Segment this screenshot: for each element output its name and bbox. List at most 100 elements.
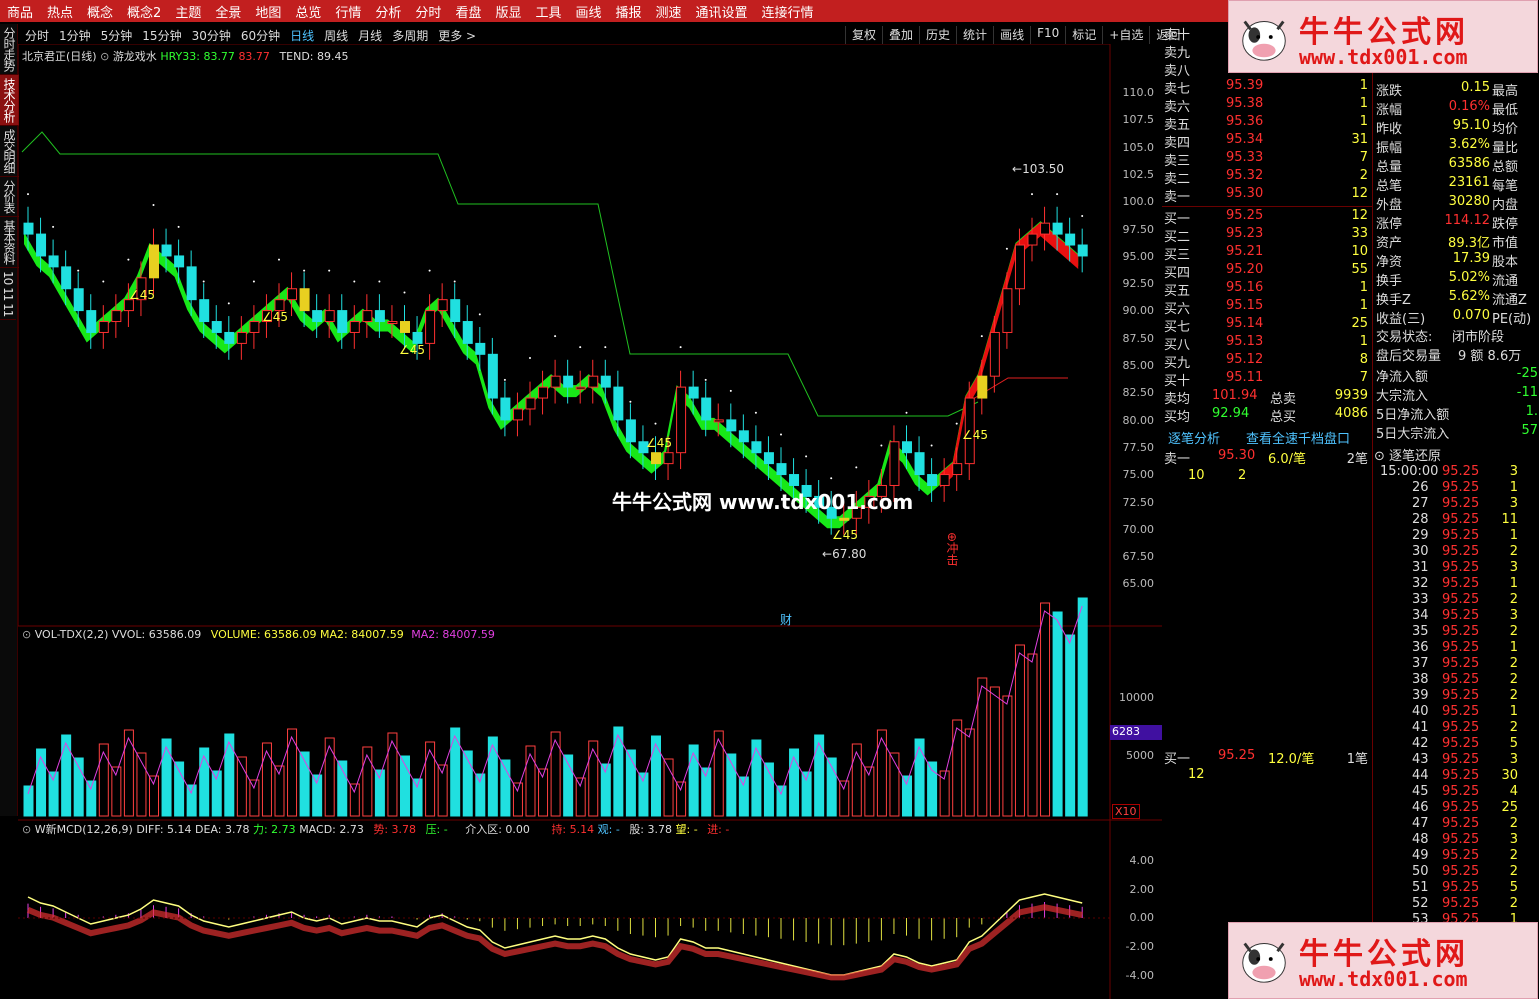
tool-button-1[interactable]: 叠加	[882, 26, 919, 44]
menu-item-10[interactable]: 分时	[408, 2, 448, 21]
chart-area[interactable]	[18, 44, 1162, 999]
menu-item-11[interactable]: 看盘	[448, 2, 488, 21]
tick-price: 95.25	[1442, 736, 1480, 751]
finance-marker[interactable]: 财	[780, 611, 792, 628]
volume-bar	[1014, 644, 1025, 817]
menu-item-6[interactable]: 地图	[248, 2, 288, 21]
period-tab-9[interactable]: 多周期	[387, 27, 433, 44]
settings-icon[interactable]: ⊙	[22, 823, 31, 836]
period-tab-2[interactable]: 5分钟	[96, 27, 138, 44]
candle-body	[889, 441, 900, 486]
watermark-url: www.tdx001.com	[1299, 45, 1468, 69]
candle-body	[149, 244, 159, 279]
period-tab-0[interactable]: 分时	[20, 27, 54, 44]
tool-button-3[interactable]: 统计	[956, 26, 993, 44]
tool-button-7[interactable]: +自选	[1102, 26, 1149, 44]
tool-button-4[interactable]: 画线	[993, 26, 1030, 44]
leftnav-item-4[interactable]: 基本资料	[0, 217, 19, 268]
menu-item-14[interactable]: 画线	[568, 2, 608, 21]
avg-price: 92.94	[1212, 406, 1250, 421]
stat-label2: 总额	[1492, 160, 1519, 175]
menu-item-3[interactable]: 概念2	[120, 2, 168, 21]
volume-bar	[387, 732, 398, 817]
menu-item-12[interactable]: 版显	[488, 2, 528, 21]
stat-val: 114.12	[1444, 213, 1491, 228]
vol-name: VOL-TDX(2,2)	[34, 628, 109, 641]
tick-index: 37	[1412, 656, 1429, 671]
tick-index: 27	[1412, 496, 1429, 511]
candle-body	[487, 353, 498, 399]
candle-body	[186, 266, 197, 301]
chart-toolbar: 复权 叠加 历史 统计 画线 F10 标记 +自选 返回	[845, 26, 1186, 44]
period-tab-5[interactable]: 60分钟	[236, 27, 285, 44]
leftnav-item-1[interactable]: 技术分析	[0, 75, 19, 126]
macd-header: ⊙ W新MCD(12,26,9) DIFF: 5.14 DEA: 3.78 力:…	[22, 821, 729, 837]
menu-item-16[interactable]: 测速	[649, 2, 689, 21]
menu-item-9[interactable]: 分析	[368, 2, 408, 21]
period-tab-10[interactable]: 更多 >	[433, 27, 481, 44]
menu-item-5[interactable]: 全景	[208, 2, 248, 21]
candle-body	[48, 255, 59, 268]
period-tab-7[interactable]: 周线	[319, 27, 353, 44]
status-label: 交易状态:	[1376, 330, 1433, 345]
tick-index: 32	[1412, 576, 1429, 591]
stat-label: 总笔	[1376, 179, 1403, 194]
buy-price: 95.12	[1226, 352, 1264, 367]
tab-qiandang[interactable]: 查看全速千档盘口	[1246, 428, 1350, 447]
flow-val: 1.	[1525, 404, 1538, 419]
volume-bar	[1065, 634, 1076, 817]
menu-item-4[interactable]: 主题	[168, 2, 208, 21]
volume-bar	[1002, 695, 1013, 817]
menu-item-7[interactable]: 总览	[288, 2, 328, 21]
dot-mark	[679, 346, 682, 349]
period-tab-1[interactable]: 1分钟	[54, 27, 96, 44]
period-tab-6[interactable]: 日线	[285, 27, 319, 44]
watermark-url: www.tdx001.com	[1299, 967, 1468, 991]
y-tick: 92.50	[1122, 277, 1155, 291]
tool-button-6[interactable]: 标记	[1065, 26, 1102, 44]
period-tab-8[interactable]: 月线	[353, 27, 387, 44]
menu-item-1[interactable]: 热点	[40, 2, 80, 21]
leftnav-item-3[interactable]: 分价表	[0, 177, 19, 217]
tick-vol: 1	[1509, 704, 1518, 719]
leftnav-item-2[interactable]: 成交明细	[0, 126, 19, 177]
menu-item-2[interactable]: 概念	[80, 2, 120, 21]
settings-icon[interactable]: ⊙	[22, 628, 31, 641]
sell-vol: 7	[1359, 150, 1368, 165]
menu-item-13[interactable]: 工具	[528, 2, 568, 21]
tab-zhubi[interactable]: 逐笔分析	[1168, 428, 1220, 447]
menu-item-8[interactable]: 行情	[328, 2, 368, 21]
y-tick: 90.00	[1122, 304, 1155, 318]
tick-vol: 2	[1509, 592, 1518, 607]
candle-body	[1014, 244, 1025, 290]
period-tab-3[interactable]: 15分钟	[137, 27, 186, 44]
dot-mark	[52, 225, 55, 228]
tick-vol: 2	[1509, 816, 1518, 831]
tab-zhubi-huanyuan[interactable]: ⊙ 逐笔还原	[1374, 445, 1441, 464]
period-tab-4[interactable]: 30分钟	[187, 27, 236, 44]
y-tick: 67.50	[1122, 550, 1155, 564]
candle-body	[400, 321, 410, 333]
total-val: 4086	[1334, 406, 1368, 421]
tool-button-5[interactable]: F10	[1030, 26, 1065, 44]
sell-vol: 12	[1351, 186, 1368, 201]
menu-item-18[interactable]: 连接行情	[755, 2, 821, 21]
leftnav-item-5[interactable]: 10 11 11	[0, 268, 16, 321]
candle-body	[224, 331, 235, 344]
q1-a: 10	[1188, 468, 1205, 483]
vol-scale: X10	[1112, 804, 1140, 819]
menu-item-17[interactable]: 通讯设置	[689, 2, 755, 21]
tool-button-2[interactable]: 历史	[919, 26, 956, 44]
tick-vol: 2	[1509, 656, 1518, 671]
menu-item-15[interactable]: 播报	[609, 2, 649, 21]
dot-mark	[529, 357, 531, 360]
tick-price: 95.25	[1442, 496, 1480, 511]
avg-price: 101.94	[1212, 388, 1258, 403]
menu-item-0[interactable]: 商品	[0, 2, 40, 21]
leftnav-item-0[interactable]: 分时走势	[0, 24, 19, 75]
volume: VOLUME: 63586.09	[210, 628, 317, 641]
tool-button-0[interactable]: 复权	[845, 26, 882, 44]
avg-label: 买均	[1164, 410, 1191, 425]
gu: 股: 3.78	[629, 823, 673, 836]
flow-label: 净流入额	[1376, 370, 1429, 385]
